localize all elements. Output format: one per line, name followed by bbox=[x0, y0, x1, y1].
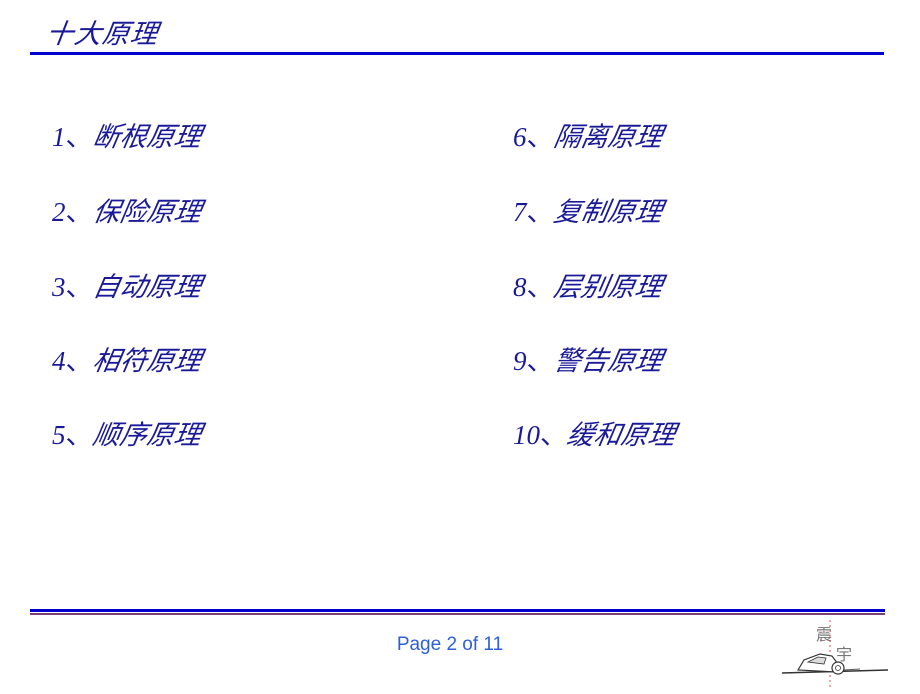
principle-number: 9 bbox=[513, 346, 527, 376]
footer-rule-mauve bbox=[30, 613, 885, 615]
principle-name: 复制原理 bbox=[550, 197, 665, 228]
principle-separator: 、 bbox=[65, 346, 93, 377]
principle-separator: 、 bbox=[526, 197, 554, 228]
principle-number: 6 bbox=[513, 122, 527, 152]
principle-name: 相符原理 bbox=[89, 346, 204, 377]
car-logo-icon: 震 宇 bbox=[781, 620, 889, 690]
principle-number: 10 bbox=[513, 420, 540, 450]
principle-number: 3 bbox=[52, 272, 66, 302]
principle-name: 隔离原理 bbox=[550, 122, 665, 153]
principle-item-10: 10、缓和原理 bbox=[513, 418, 678, 453]
principle-number: 2 bbox=[52, 197, 66, 227]
principle-item-7: 7、复制原理 bbox=[513, 195, 665, 230]
principle-number: 5 bbox=[52, 420, 66, 450]
principle-separator: 、 bbox=[526, 122, 554, 153]
principle-separator: 、 bbox=[526, 272, 554, 303]
principle-item-1: 1、断根原理 bbox=[52, 120, 204, 155]
principle-item-6: 6、隔离原理 bbox=[513, 120, 665, 155]
principle-separator: 、 bbox=[540, 420, 567, 451]
principle-name: 顺序原理 bbox=[89, 420, 204, 451]
principle-name: 缓和原理 bbox=[564, 420, 678, 451]
principle-item-9: 9、警告原理 bbox=[513, 344, 665, 379]
footer-rule-blue bbox=[30, 609, 885, 612]
principle-number: 1 bbox=[52, 122, 66, 152]
principle-item-8: 8、层别原理 bbox=[513, 270, 665, 305]
principle-name: 警告原理 bbox=[550, 346, 665, 377]
logo-speed-line bbox=[843, 668, 861, 671]
principle-item-2: 2、保险原理 bbox=[52, 195, 204, 230]
principle-item-4: 4、相符原理 bbox=[52, 344, 204, 379]
principle-name: 层别原理 bbox=[550, 272, 665, 303]
logo-char-2: 宇 bbox=[836, 645, 852, 664]
principle-separator: 、 bbox=[65, 197, 93, 228]
principle-separator: 、 bbox=[526, 346, 554, 377]
principle-separator: 、 bbox=[65, 272, 93, 303]
slide-title: 十大原理 bbox=[44, 19, 161, 50]
page-number: Page 2 of 11 bbox=[396, 634, 504, 655]
principle-item-5: 5、顺序原理 bbox=[52, 418, 204, 453]
company-logo: 震 宇 bbox=[780, 618, 890, 690]
logo-car-wheel bbox=[831, 661, 845, 675]
header-rule bbox=[30, 52, 884, 55]
principle-name: 保险原理 bbox=[89, 197, 204, 228]
principle-name: 断根原理 bbox=[89, 122, 204, 153]
principle-number: 7 bbox=[513, 197, 527, 227]
principle-name: 自动原理 bbox=[89, 272, 204, 303]
principle-number: 8 bbox=[513, 272, 527, 302]
principle-separator: 、 bbox=[65, 420, 93, 451]
principle-separator: 、 bbox=[65, 122, 93, 153]
principle-item-3: 3、自动原理 bbox=[52, 270, 204, 305]
principle-number: 4 bbox=[52, 346, 66, 376]
